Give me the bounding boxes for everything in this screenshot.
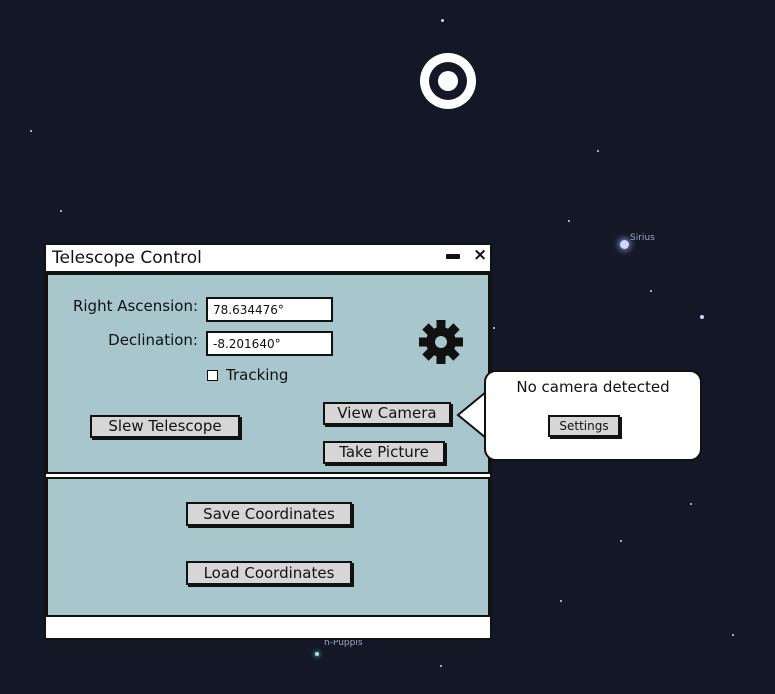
star	[650, 290, 652, 292]
coordinates-panel: Save Coordinates Load Coordinates	[46, 477, 490, 617]
target-reticle-icon[interactable]	[420, 53, 476, 109]
view-camera-button[interactable]: View Camera	[323, 402, 451, 425]
popup-message: No camera detected	[516, 378, 670, 396]
settings-button[interactable]: Settings	[548, 415, 620, 437]
minimize-icon[interactable]	[446, 254, 460, 259]
right-ascension-label: Right Ascension:	[72, 297, 198, 315]
star	[597, 150, 599, 152]
right-ascension-field[interactable]	[206, 297, 333, 322]
star	[60, 210, 62, 212]
star	[732, 634, 734, 636]
star	[30, 130, 32, 132]
status-bar	[46, 620, 490, 638]
tracking-label: Tracking	[226, 366, 289, 384]
save-coordinates-button[interactable]: Save Coordinates	[186, 502, 352, 526]
load-coordinates-button[interactable]: Load Coordinates	[186, 561, 352, 585]
star	[690, 503, 692, 505]
star	[568, 220, 570, 222]
star	[700, 315, 704, 319]
tracking-checkbox[interactable]	[207, 370, 218, 381]
star	[315, 652, 319, 656]
close-icon[interactable]: ×	[473, 245, 487, 265]
star	[440, 665, 442, 667]
telescope-control-window: Telescope Control × Right Ascension: Dec…	[44, 243, 492, 640]
title-bar[interactable]: Telescope Control ×	[46, 245, 490, 273]
star	[493, 327, 495, 329]
slew-telescope-button[interactable]: Slew Telescope	[90, 415, 240, 438]
star	[620, 540, 622, 542]
control-panel: Right Ascension: Declination: Tracking S…	[46, 273, 490, 474]
declination-field[interactable]	[206, 331, 333, 356]
window-title: Telescope Control	[52, 248, 202, 268]
gear-icon[interactable]	[418, 319, 464, 365]
star-label-sirius: Sirius	[630, 233, 655, 243]
star-sirius[interactable]	[620, 240, 629, 249]
take-picture-button[interactable]: Take Picture	[323, 441, 445, 464]
star	[441, 19, 444, 22]
camera-popup: No camera detected Settings	[484, 370, 702, 461]
star	[560, 600, 562, 602]
declination-label: Declination:	[108, 331, 198, 349]
